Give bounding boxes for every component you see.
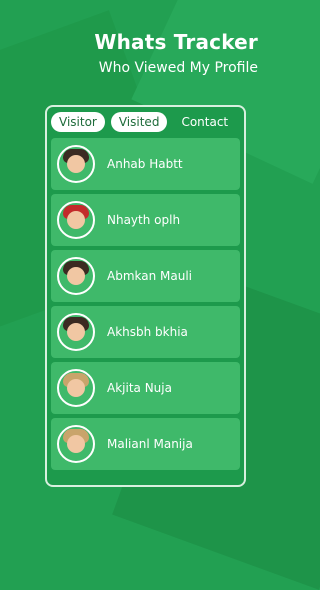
- profile-name: Nhayth oplh: [107, 213, 181, 227]
- profile-list: Anhab Habtt Nhayth oplh Abmkan Mauli Akh…: [51, 138, 240, 474]
- avatar: [57, 313, 95, 351]
- avatar: [57, 425, 95, 463]
- tab-visited[interactable]: Visited: [110, 112, 168, 132]
- face-shape: [67, 211, 85, 229]
- face-shape: [67, 435, 85, 453]
- profile-name: Abmkan Mauli: [107, 269, 193, 283]
- phone-frame: Visitor Visited Contact Anhab Habtt Nhay…: [45, 105, 246, 487]
- profile-name: Malianl Manija: [107, 437, 193, 451]
- app-subtitle: Who Viewed My Profile: [98, 60, 258, 76]
- profile-name: Anhab Habtt: [107, 157, 183, 171]
- profile-name: Akjita Nuja: [107, 381, 172, 395]
- avatar: [57, 145, 95, 183]
- tab-bar: Visitor Visited Contact: [51, 111, 240, 133]
- list-item[interactable]: Nhayth oplh: [51, 194, 240, 246]
- app-title: Whats Tracker: [94, 30, 258, 54]
- face-shape: [67, 379, 85, 397]
- list-item[interactable]: Anhab Habtt: [51, 138, 240, 190]
- avatar: [57, 257, 95, 295]
- avatar: [57, 369, 95, 407]
- list-item[interactable]: Akhsbh bkhia: [51, 306, 240, 358]
- list-item[interactable]: Akjita Nuja: [51, 362, 240, 414]
- avatar: [57, 201, 95, 239]
- tab-visitor[interactable]: Visitor: [51, 112, 105, 132]
- list-item[interactable]: Abmkan Mauli: [51, 250, 240, 302]
- list-item[interactable]: Malianl Manija: [51, 418, 240, 470]
- tab-contact[interactable]: Contact: [173, 112, 236, 132]
- face-shape: [67, 323, 85, 341]
- face-shape: [67, 267, 85, 285]
- profile-name: Akhsbh bkhia: [107, 325, 188, 339]
- face-shape: [67, 155, 85, 173]
- app-header: Whats Tracker Who Viewed My Profile: [94, 30, 258, 76]
